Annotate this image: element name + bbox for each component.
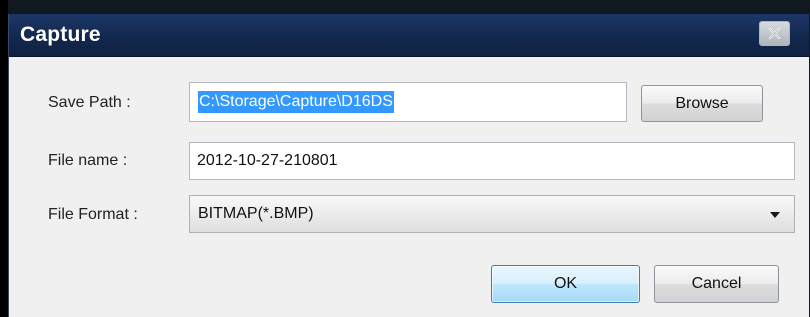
save-path-label: Save Path : — [48, 94, 131, 111]
file-format-select[interactable]: BITMAP(*.BMP) — [189, 195, 795, 233]
save-path-value: C:\Storage\Capture\D16DS — [198, 91, 394, 113]
chevron-down-icon — [770, 212, 780, 218]
background-edge — [0, 0, 8, 317]
close-icon — [768, 27, 781, 40]
background-window — [0, 0, 810, 14]
ok-button[interactable]: OK — [491, 265, 640, 303]
file-format-value: BITMAP(*.BMP) — [198, 205, 314, 222]
file-name-label: File name : — [48, 152, 128, 169]
file-format-label: File Format : — [48, 206, 138, 223]
capture-dialog: Capture Save Path : C:\Storage\Capture\D… — [8, 14, 809, 317]
dialog-titlebar[interactable]: Capture — [9, 14, 809, 57]
browse-button[interactable]: Browse — [641, 85, 763, 122]
save-path-field[interactable]: C:\Storage\Capture\D16DS — [189, 82, 627, 122]
dialog-title: Capture — [20, 23, 101, 46]
file-name-field[interactable]: 2012-10-27-210801 — [189, 142, 795, 180]
cancel-button[interactable]: Cancel — [654, 265, 779, 303]
close-button[interactable] — [759, 21, 790, 46]
